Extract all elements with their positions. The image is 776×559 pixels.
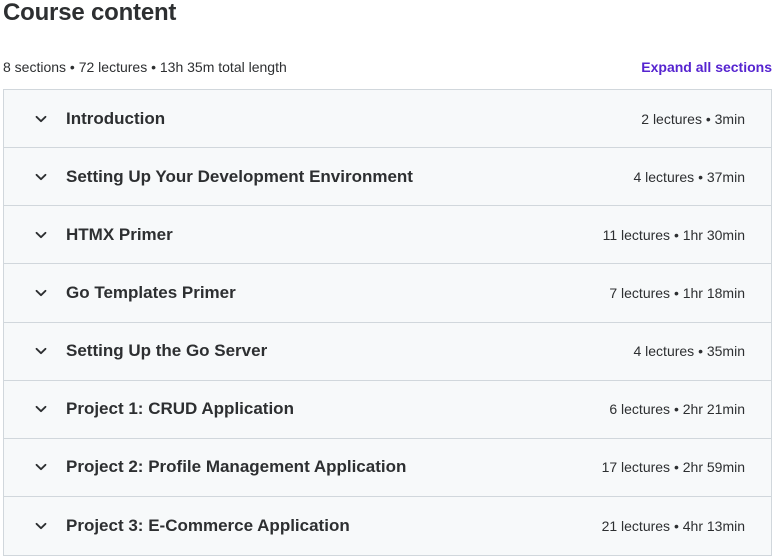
section-setting-up-go-server[interactable]: Setting Up the Go Server 4 lectures • 35… bbox=[4, 322, 771, 381]
section-project-1-crud[interactable]: Project 1: CRUD Application 6 lectures •… bbox=[4, 380, 771, 439]
section-introduction[interactable]: Introduction 2 lectures • 3min bbox=[4, 90, 771, 149]
chevron-down-icon bbox=[34, 228, 48, 242]
section-project-3-ecommerce[interactable]: Project 3: E-Commerce Application 21 lec… bbox=[4, 496, 771, 556]
page-title: Course content bbox=[3, 0, 177, 26]
section-go-templates-primer[interactable]: Go Templates Primer 7 lectures • 1hr 18m… bbox=[4, 264, 771, 323]
course-summary: 8 sections • 72 lectures • 13h 35m total… bbox=[3, 59, 287, 75]
section-meta: 11 lectures • 1hr 30min bbox=[602, 226, 745, 243]
section-title: Introduction bbox=[66, 108, 166, 128]
section-meta: 4 lectures • 37min bbox=[633, 168, 745, 185]
section-meta: 21 lectures • 4hr 13min bbox=[601, 518, 745, 535]
section-project-2-profile-management[interactable]: Project 2: Profile Management Applicatio… bbox=[4, 438, 771, 497]
section-title: Go Templates Primer bbox=[66, 282, 236, 302]
chevron-down-icon bbox=[34, 460, 48, 474]
section-title: Project 2: Profile Management Applicatio… bbox=[66, 457, 407, 477]
section-setting-up-dev-environment[interactable]: Setting Up Your Development Environment … bbox=[4, 148, 771, 207]
chevron-down-icon bbox=[34, 170, 48, 184]
section-meta: 4 lectures • 35min bbox=[633, 343, 745, 360]
section-htmx-primer[interactable]: HTMX Primer 11 lectures • 1hr 30min bbox=[4, 206, 771, 265]
section-title: HTMX Primer bbox=[66, 224, 173, 244]
course-sections-list: Introduction 2 lectures • 3min Setting U… bbox=[3, 89, 772, 557]
chevron-down-icon bbox=[34, 519, 48, 533]
section-meta: 6 lectures • 2hr 21min bbox=[609, 401, 745, 418]
chevron-down-icon bbox=[34, 286, 48, 300]
section-meta: 2 lectures • 3min bbox=[641, 110, 745, 127]
section-title: Project 3: E-Commerce Application bbox=[66, 516, 350, 536]
expand-all-sections-button[interactable]: Expand all sections bbox=[641, 58, 772, 76]
section-title: Setting Up the Go Server bbox=[66, 341, 268, 361]
section-title: Setting Up Your Development Environment bbox=[66, 166, 413, 186]
chevron-down-icon bbox=[34, 112, 48, 126]
section-meta: 7 lectures • 1hr 18min bbox=[609, 284, 745, 301]
section-meta: 17 lectures • 2hr 59min bbox=[601, 459, 745, 476]
chevron-down-icon bbox=[34, 344, 48, 358]
chevron-down-icon bbox=[34, 402, 48, 416]
section-title: Project 1: CRUD Application bbox=[66, 399, 294, 419]
